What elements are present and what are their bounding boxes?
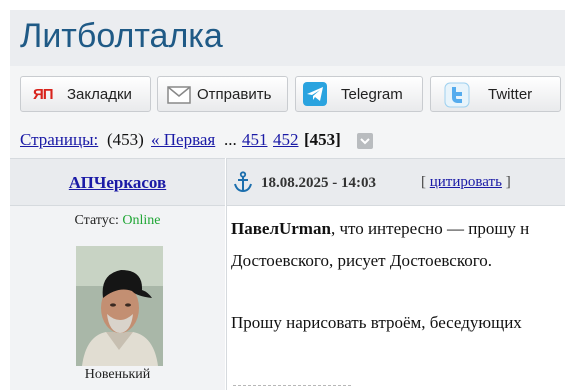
avatar[interactable]: [76, 246, 163, 366]
yandex-bookmarks-icon: ЯП: [33, 86, 54, 103]
pages-label[interactable]: Страницы:: [20, 130, 98, 150]
message-line-3: Прошу нарисовать втроём, беседующих: [231, 313, 522, 332]
pagination: Страницы: (453) « Первая ... 451 452 [45…: [10, 126, 565, 158]
page: Литболталка ЯП Закладки Отправить Telegr…: [0, 0, 565, 390]
author-rank: Новенький: [84, 367, 151, 382]
send-email-button[interactable]: Отправить: [157, 76, 288, 112]
page-jump-icon[interactable]: [357, 133, 373, 149]
twitter-label: Twitter: [488, 86, 533, 103]
mentioned-user: ПавелUrman: [231, 219, 331, 238]
telegram-button[interactable]: Telegram: [295, 76, 423, 112]
message-line-1: ПавелUrman, что интересно — прошу н: [231, 219, 529, 239]
telegram-label: Telegram: [341, 86, 403, 103]
page-count: (453): [107, 130, 144, 149]
pager-ellipsis: ...: [224, 130, 237, 149]
twitter-button[interactable]: Twitter: [430, 76, 561, 112]
envelope-icon: [167, 86, 191, 104]
post-body: ПавелUrman, что интересно — прошу н Дост…: [226, 206, 565, 390]
author-name[interactable]: АПЧеркасов: [10, 173, 225, 193]
quote-bracket-open: [: [421, 174, 426, 190]
author-sidebar: Статус: Online Новенький: [10, 206, 225, 390]
quote-button[interactable]: цитировать: [430, 174, 502, 190]
send-email-label: Отправить: [197, 86, 272, 103]
quote-bracket-close: ]: [505, 174, 511, 190]
page-link-452[interactable]: 452: [273, 130, 299, 150]
anchor-icon[interactable]: [233, 171, 253, 193]
author-status: Статус: Online: [10, 213, 225, 229]
bookmarks-button[interactable]: ЯП Закладки: [20, 76, 151, 112]
site-header: Литболталка: [10, 10, 565, 67]
message-text-1: , что интересно — прошу н: [330, 219, 530, 238]
page-link-451[interactable]: 451: [242, 130, 268, 150]
first-page-link[interactable]: « Первая: [151, 130, 215, 150]
status-online: Online: [122, 213, 161, 228]
signature-divider: [233, 385, 351, 386]
post-author-header: АПЧеркасов: [10, 158, 225, 206]
current-page: [453]: [304, 130, 341, 149]
twitter-icon: [444, 82, 470, 108]
site-title[interactable]: Литболталка: [20, 17, 223, 56]
post-meta-header: 18.08.2025 - 14:03 [ цитировать ]: [226, 158, 565, 206]
message-line-2: Достоевского, рисует Достоевского.: [231, 251, 493, 270]
quote-link: [ цитировать ]: [421, 174, 511, 191]
share-toolbar: ЯП Закладки Отправить Telegram Twitter: [10, 66, 565, 126]
status-label: Статус:: [74, 213, 119, 228]
telegram-icon: [303, 82, 327, 106]
bookmarks-label: Закладки: [67, 86, 132, 103]
post-date: 18.08.2025 - 14:03: [261, 175, 376, 191]
